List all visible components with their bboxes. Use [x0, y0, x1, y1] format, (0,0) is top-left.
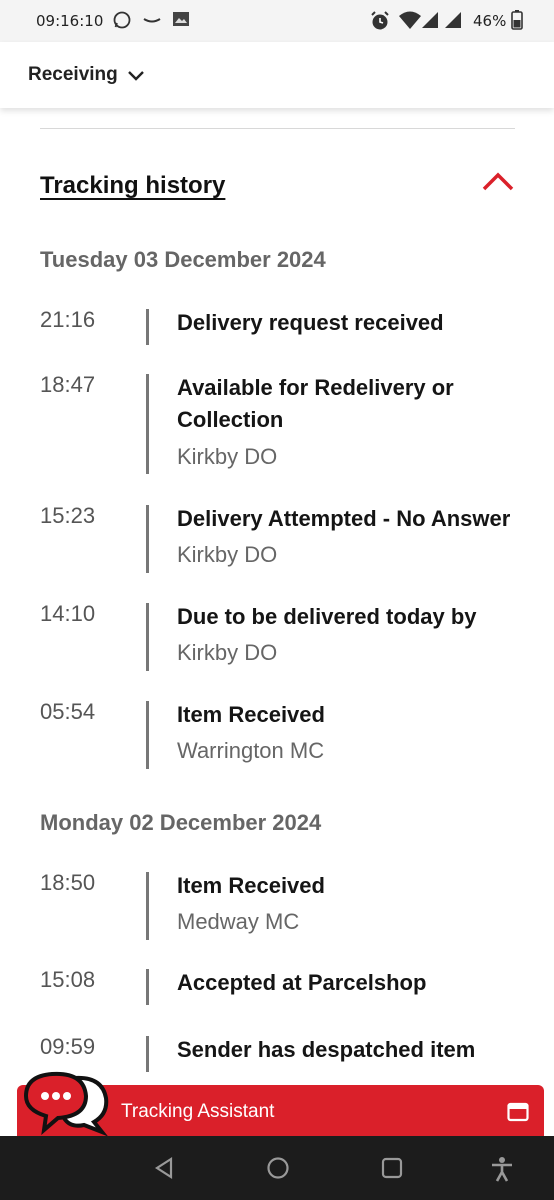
timeline-bar [146, 701, 149, 769]
event-location: Medway MC [177, 909, 300, 934]
event-time: 18:50 [40, 870, 96, 895]
event-time: 18:47 [40, 372, 96, 397]
tracking-event: 05:54 Item Received Warrington MC [0, 699, 554, 769]
receiving-dropdown-label[interactable]: Receiving [28, 64, 118, 86]
timeline-bar [146, 1036, 149, 1072]
status-time: 09:16:10 [36, 12, 104, 30]
tracking-event: 15:08 Accepted at Parcelshop [0, 967, 554, 1005]
timeline-bar [146, 872, 149, 940]
wifi-icon [398, 10, 422, 34]
signal-icon [420, 10, 440, 34]
chevron-down-icon[interactable] [127, 69, 145, 87]
event-time: 14:10 [40, 601, 96, 626]
app-header: Receiving [0, 42, 554, 108]
tracking-event: 18:47 Available for Redelivery or Collec… [0, 372, 554, 474]
timeline-bar [146, 309, 149, 345]
event-title: Accepted at Parcelshop [177, 970, 427, 995]
home-icon[interactable] [266, 1156, 290, 1185]
chat-bubble-icon[interactable] [22, 1070, 114, 1141]
tracking-event: 09:59 Sender has despatched item [0, 1034, 554, 1072]
event-title: Available for Redelivery or Collection [177, 375, 454, 432]
event-location: Kirkby DO [177, 640, 278, 665]
signal-icon [443, 10, 463, 34]
event-time: 21:16 [40, 307, 96, 332]
tracking-assistant-label[interactable]: Tracking Assistant [121, 1101, 274, 1123]
gallery-icon [172, 10, 190, 32]
event-title: Item Received [177, 702, 325, 727]
accessibility-icon[interactable] [490, 1156, 514, 1187]
tracking-event: 21:16 Delivery request received [0, 307, 554, 345]
timeline-bar [146, 969, 149, 1005]
divider [40, 128, 515, 129]
event-title: Due to be delivered today by [177, 604, 477, 629]
tracking-event: 18:50 Item Received Medway MC [0, 870, 554, 940]
battery-percentage: 46% [473, 12, 507, 30]
event-time: 15:08 [40, 967, 96, 992]
tracking-date: Tuesday 03 December 2024 [40, 247, 326, 272]
recents-icon[interactable] [380, 1156, 404, 1185]
alarm-icon [369, 10, 391, 36]
status-bar: 09:16:10 46% [0, 0, 554, 42]
event-title: Delivery Attempted - No Answer [177, 506, 511, 531]
event-location: Kirkby DO [177, 444, 278, 469]
tracking-event: 15:23 Delivery Attempted - No Answer Kir… [0, 503, 554, 573]
event-location: Kirkby DO [177, 542, 278, 567]
event-time: 15:23 [40, 503, 96, 528]
tracking-date: Monday 02 December 2024 [40, 810, 322, 835]
back-icon[interactable] [153, 1156, 175, 1185]
whatsapp-icon [112, 10, 132, 34]
timeline-bar [146, 603, 149, 671]
event-title: Sender has despatched item [177, 1037, 476, 1062]
section-title[interactable]: Tracking history [40, 172, 225, 200]
event-time: 05:54 [40, 699, 96, 724]
system-nav-bar [0, 1136, 554, 1200]
expand-window-icon[interactable] [507, 1102, 529, 1127]
event-title: Delivery request received [177, 310, 444, 335]
timeline-bar [146, 505, 149, 573]
timeline-bar [146, 374, 149, 474]
event-title: Item Received [177, 873, 325, 898]
event-time: 09:59 [40, 1034, 96, 1059]
chevron-up-icon[interactable] [480, 170, 516, 199]
amazon-icon [142, 10, 162, 34]
tracking-event: 14:10 Due to be delivered today by Kirkb… [0, 601, 554, 671]
event-location: Warrington MC [177, 738, 325, 763]
battery-icon [511, 10, 523, 34]
